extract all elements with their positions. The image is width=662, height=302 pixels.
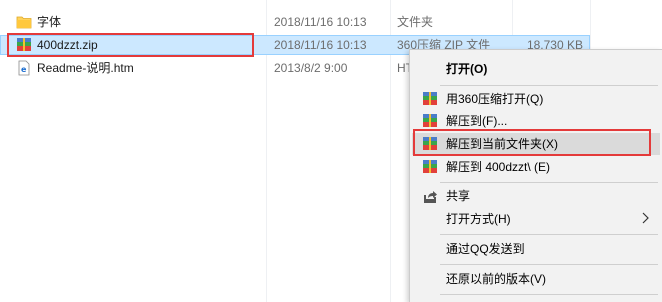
menu-item-label: 打开方式(H)	[446, 212, 511, 226]
zip-archive-icon	[423, 92, 437, 105]
menu-separator	[440, 264, 658, 265]
menu-item-extract-to-named[interactable]: 解压到 400dzzt\ (E)	[412, 156, 660, 178]
chevron-right-icon	[642, 212, 649, 224]
menu-item-label: 解压到(F)...	[446, 114, 508, 128]
zip-archive-icon	[423, 160, 437, 173]
menu-item-label: 解压到当前文件夹(X)	[446, 137, 558, 151]
menu-item-share[interactable]: 共享	[412, 185, 660, 207]
menu-item-extract-here[interactable]: 解压到当前文件夹(X)	[412, 133, 660, 155]
menu-item-open-with-360[interactable]: 用360压缩打开(Q)	[412, 88, 660, 110]
svg-text:e: e	[21, 65, 27, 74]
menu-item-label: 通过QQ发送到	[446, 242, 525, 256]
file-date: 2018/11/16 10:13	[274, 15, 367, 29]
folder-icon	[16, 16, 32, 29]
file-name: Readme-说明.htm	[37, 61, 134, 75]
menu-item-open[interactable]: 打开(O)	[412, 58, 660, 80]
menu-item-label: 打开(O)	[446, 62, 488, 76]
file-row-fonts-folder[interactable]: 字体 2018/11/16 10:13 文件夹	[0, 12, 590, 32]
file-date: 2013/8/2 9:00	[274, 61, 348, 75]
file-type: 文件夹	[397, 15, 434, 29]
file-name: 400dzzt.zip	[37, 38, 98, 52]
menu-item-label: 用360压缩打开(Q)	[446, 92, 544, 106]
menu-item-send-qq[interactable]: 通过QQ发送到	[412, 238, 660, 260]
context-menu: 打开(O) 用360压缩打开(Q) 解压到(F)... 解压到当前文件夹(X) …	[409, 49, 662, 302]
menu-separator	[440, 85, 658, 86]
menu-separator	[440, 182, 658, 183]
menu-item-extract-to[interactable]: 解压到(F)...	[412, 110, 660, 132]
menu-separator	[440, 294, 658, 295]
file-name: 字体	[37, 15, 62, 29]
zip-archive-icon	[423, 137, 437, 150]
menu-item-label: 解压到 400dzzt\ (E)	[446, 160, 551, 174]
html-document-icon: e	[18, 60, 30, 76]
menu-item-label: 还原以前的版本(V)	[446, 272, 546, 286]
zip-archive-icon	[17, 38, 31, 51]
menu-item-open-with[interactable]: 打开方式(H)	[412, 208, 660, 230]
zip-archive-icon	[423, 114, 437, 127]
menu-item-label: 共享	[446, 189, 471, 203]
menu-separator	[440, 234, 658, 235]
share-icon	[424, 191, 437, 203]
file-date: 2018/11/16 10:13	[274, 38, 367, 52]
menu-item-restore-previous[interactable]: 还原以前的版本(V)	[412, 268, 660, 290]
